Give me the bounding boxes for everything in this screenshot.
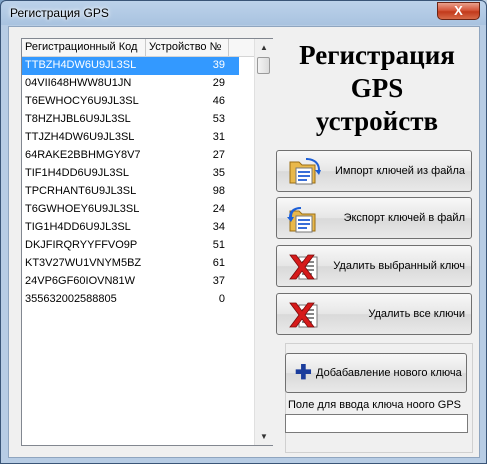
device-number-cell: 24 — [212, 203, 225, 215]
folder-import-icon — [289, 158, 321, 185]
device-number-cell: 37 — [212, 275, 225, 287]
registration-code-cell: TPCRHANT6U9JL3SL — [25, 185, 137, 197]
table-row[interactable]: DKJFIRQRYYFFVO9P 51 — [22, 237, 239, 255]
table-row[interactable]: TIF1H4DD6U9JL3SL 35 — [22, 165, 239, 183]
list-header: Регистрационный Код Устройство № — [22, 39, 255, 57]
registration-code-cell: T8HZHJBL6U9JL3SL — [25, 113, 131, 125]
registration-code-cell: TIF1H4DD6U9JL3SL — [25, 167, 129, 179]
export-keys-button[interactable]: Экспорт ключей в файл — [276, 197, 472, 239]
table-row[interactable]: TTJZH4DW6U9JL3SL 31 — [22, 129, 239, 147]
registration-code-cell: TTBZH4DW6U9JL3SL — [25, 59, 137, 71]
registration-code-cell: 24VP6GF60IOVN81W — [25, 275, 136, 287]
window-title: Регистрация GPS — [10, 6, 109, 20]
export-keys-label: Экспорт ключей в файл — [343, 212, 465, 224]
title-line-3: устройств — [315, 106, 439, 136]
delete-all-keys-button[interactable]: Удалить все ключи — [276, 293, 472, 335]
registration-code-cell: DKJFIRQRYYFFVO9P — [25, 239, 138, 251]
device-number-cell: 35 — [212, 167, 225, 179]
keys-list[interactable]: Регистрационный Код Устройство № TTBZH4D… — [21, 38, 273, 446]
registration-code-cell: 64RAKE2BBHMGY8V7 — [25, 149, 141, 161]
registration-code-cell: TTJZH4DW6U9JL3SL — [25, 131, 135, 143]
title-line-2: GPS — [350, 73, 404, 103]
device-number-cell: 29 — [212, 77, 225, 89]
close-button[interactable]: X — [437, 2, 480, 20]
registration-code-cell: TIG1H4DD6U9JL3SL — [25, 221, 131, 233]
table-row[interactable]: 24VP6GF60IOVN81W 37 — [22, 273, 239, 291]
device-number-cell: 39 — [212, 59, 225, 71]
scroll-thumb[interactable] — [257, 57, 270, 74]
add-key-button[interactable]: ✚ Добабавление нового ключа — [285, 353, 467, 393]
column-header-device[interactable]: Устройство № — [146, 39, 229, 56]
device-number-cell: 98 — [212, 185, 225, 197]
registration-code-cell: 355632002588805 — [25, 293, 117, 305]
key-input-field[interactable] — [285, 414, 468, 433]
import-keys-label: Импорт ключей из файла — [334, 165, 465, 177]
device-number-cell: 46 — [212, 95, 225, 107]
client-area: Регистрационный Код Устройство № TTBZH4D… — [8, 26, 480, 458]
registration-code-cell: KT3V27WU1VNYM5BZ — [25, 257, 142, 269]
registration-code-cell: 04VII648HWW8U1JN — [25, 77, 132, 89]
title-bar[interactable]: Регистрация GPS X — [1, 1, 486, 25]
app-window: Регистрация GPS X Регистрационный Код Ус… — [0, 0, 487, 464]
delete-selected-key-button[interactable]: Удалить выбранный ключ — [276, 245, 472, 287]
add-key-label: Добабавление нового ключа — [316, 367, 462, 379]
table-row[interactable]: TTBZH4DW6U9JL3SL 39 — [22, 57, 239, 75]
page-title: Регистрация GPS устройств — [277, 39, 477, 138]
vertical-scrollbar[interactable]: ▲ ▼ — [254, 39, 273, 445]
table-row[interactable]: TIG1H4DD6U9JL3SL 34 — [22, 219, 239, 237]
plus-icon: ✚ — [295, 362, 312, 384]
table-row[interactable]: 04VII648HWW8U1JN 29 — [22, 75, 239, 93]
device-number-cell: 61 — [212, 257, 225, 269]
delete-all-keys-label: Удалить все ключи — [368, 308, 465, 320]
title-line-1: Регистрация — [299, 40, 455, 70]
column-header-code[interactable]: Регистрационный Код — [22, 39, 146, 56]
add-key-group: ✚ Добабавление нового ключа Поле для вво… — [285, 343, 473, 455]
delete-selected-key-label: Удалить выбранный ключ — [333, 260, 465, 272]
red-x-delete-icon — [289, 254, 318, 280]
table-row[interactable]: TPCRHANT6U9JL3SL 98 — [22, 183, 239, 201]
device-number-cell: 34 — [212, 221, 225, 233]
folder-export-icon — [287, 207, 316, 233]
device-number-cell: 27 — [212, 149, 225, 161]
registration-code-cell: T6GWHOEY6U9JL3SL — [25, 203, 140, 215]
device-number-cell: 53 — [212, 113, 225, 125]
device-number-cell: 0 — [218, 293, 225, 305]
import-keys-button[interactable]: Импорт ключей из файла — [276, 150, 472, 192]
registration-code-cell: T6EWHOCY6U9JL3SL — [25, 95, 139, 107]
scroll-down-icon[interactable]: ▼ — [255, 428, 273, 445]
table-row[interactable]: T6GWHOEY6U9JL3SL 24 — [22, 201, 239, 219]
table-row[interactable]: T8HZHJBL6U9JL3SL 53 — [22, 111, 239, 129]
table-row[interactable]: 355632002588805 0 — [22, 291, 239, 309]
red-x-delete-icon — [289, 302, 318, 328]
device-number-cell: 51 — [212, 239, 225, 251]
table-row[interactable]: KT3V27WU1VNYM5BZ 61 — [22, 255, 239, 273]
device-number-cell: 31 — [212, 131, 225, 143]
table-row[interactable]: T6EWHOCY6U9JL3SL 46 — [22, 93, 239, 111]
key-input-label: Поле для ввода ключа ноого GPS — [288, 399, 462, 411]
table-row[interactable]: 64RAKE2BBHMGY8V7 27 — [22, 147, 239, 165]
scroll-up-icon[interactable]: ▲ — [255, 39, 273, 56]
